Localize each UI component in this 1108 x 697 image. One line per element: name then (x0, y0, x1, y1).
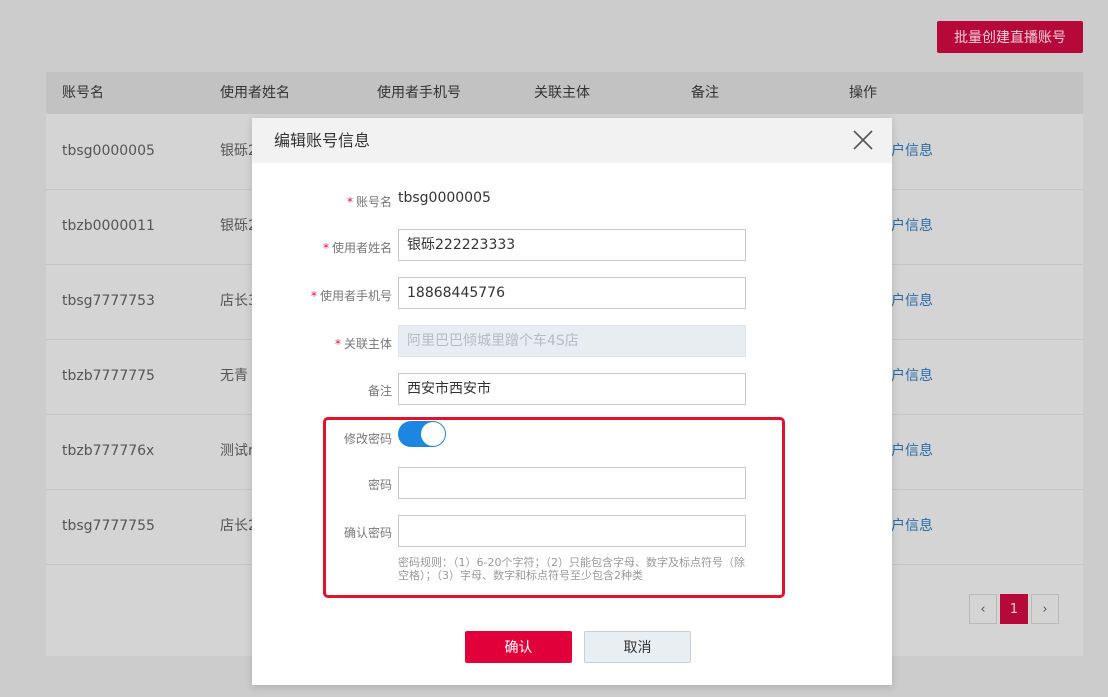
required-mark: * (322, 241, 329, 255)
page-1-button[interactable]: 1 (1000, 594, 1028, 624)
cell-account: tbsg0000005 (62, 143, 155, 159)
cell-account: tbsg7777753 (62, 293, 155, 309)
cancel-button[interactable]: 取消 (584, 631, 691, 663)
column-header-actions: 操作 (849, 85, 877, 101)
cell-account: tbzb7777775 (62, 368, 155, 384)
close-icon[interactable] (852, 129, 874, 151)
phone-label-text: 使用者手机号 (319, 289, 392, 303)
password-section-highlight (323, 417, 785, 598)
user-info-link[interactable]: 户信息 (891, 414, 933, 489)
user-name-label-text: 使用者姓名 (331, 241, 392, 255)
entity-label-text: 关联主体 (343, 337, 392, 351)
page-background: 批量创建直播账号 账号名 使用者姓名 使用者手机号 关联主体 备注 操作 tbs… (0, 0, 1108, 697)
user-info-link[interactable]: 户信息 (891, 264, 933, 339)
prev-page-button[interactable]: ‹ (969, 594, 997, 624)
column-header-entity: 关联主体 (534, 85, 590, 101)
user-info-link[interactable]: 户信息 (891, 114, 933, 189)
column-header-remark: 备注 (691, 85, 719, 101)
account-name-value: tbsg0000005 (398, 190, 491, 206)
dialog-header: 编辑账号信息 (252, 118, 892, 163)
user-info-link[interactable]: 户信息 (891, 489, 933, 564)
batch-create-live-account-button[interactable]: 批量创建直播账号 (937, 21, 1083, 53)
pagination: ‹ 1 › (969, 594, 1059, 624)
cell-user-name: 银砾2 (220, 143, 252, 159)
column-header-user-name: 使用者姓名 (220, 85, 290, 101)
required-mark: * (310, 289, 317, 303)
next-page-button[interactable]: › (1031, 594, 1059, 624)
dialog-title: 编辑账号信息 (274, 131, 371, 150)
cell-user-name: 店长2 (220, 518, 252, 534)
remark-label: 备注 (367, 384, 392, 398)
user-name-input[interactable]: 银砾222223333 (398, 229, 746, 261)
confirm-button[interactable]: 确认 (465, 631, 572, 663)
cell-account: tbzb0000011 (62, 218, 155, 234)
cell-user-name: 店长3 (220, 293, 252, 309)
cell-account: tbzb777776x (62, 443, 155, 459)
phone-label: * 使用者手机号 (252, 287, 392, 304)
phone-input[interactable]: 18868445776 (398, 277, 746, 309)
account-name-label-text: 账号名 (355, 195, 392, 209)
user-info-link[interactable]: 户信息 (891, 339, 933, 414)
user-name-label: * 使用者姓名 (252, 239, 392, 256)
required-mark: * (334, 337, 341, 351)
column-header-account: 账号名 (62, 85, 104, 101)
remark-input[interactable]: 西安市西安市 (398, 373, 746, 405)
cell-user-name: 无青 (220, 368, 248, 384)
edit-account-dialog: 编辑账号信息 * 账号名 tbsg0000005 * 使用者姓名 银砾2222233… (252, 118, 892, 685)
user-info-link[interactable]: 户信息 (891, 189, 933, 264)
account-name-label: * 账号名 (252, 193, 392, 210)
entity-input: 阿里巴巴倾城里蹭个车4S店 (398, 325, 746, 357)
cell-user-name: 测试r (220, 443, 252, 459)
entity-label: * 关联主体 (252, 335, 392, 352)
cell-user-name: 银砾2 (220, 218, 252, 234)
column-header-phone: 使用者手机号 (377, 85, 461, 101)
required-mark: * (346, 195, 353, 209)
table-header: 账号名 使用者姓名 使用者手机号 关联主体 备注 操作 (46, 72, 1083, 114)
cell-account: tbsg7777755 (62, 518, 155, 534)
